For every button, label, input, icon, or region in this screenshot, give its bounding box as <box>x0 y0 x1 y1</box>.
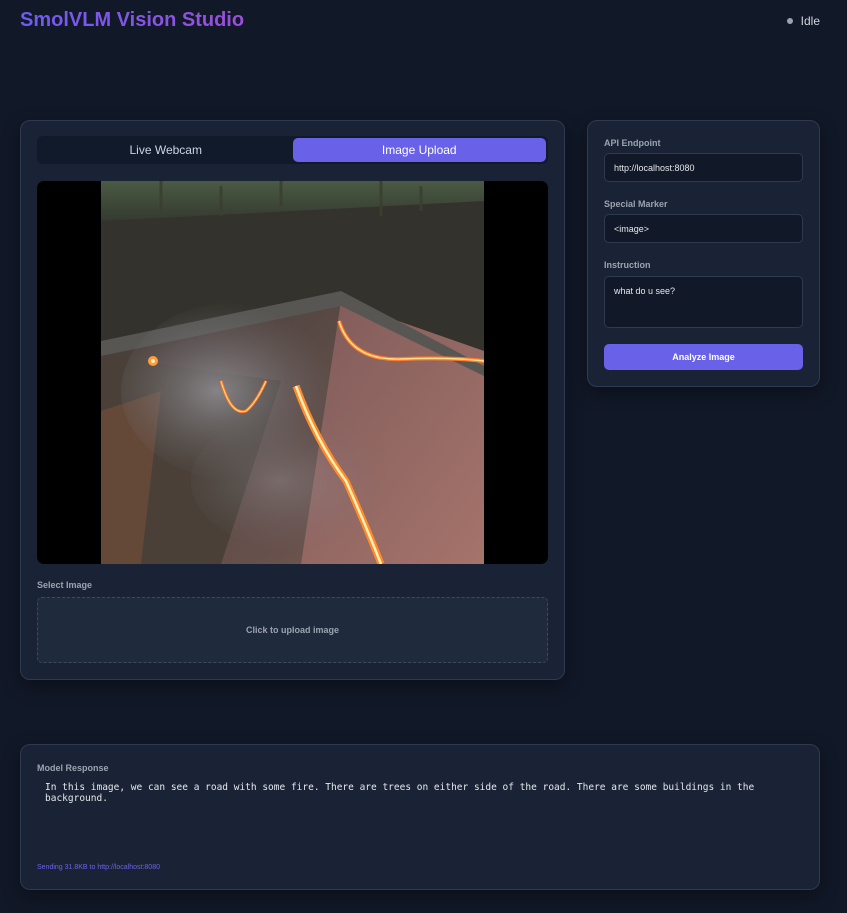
special-marker-label: Special Marker <box>604 199 668 209</box>
fire-scene-image <box>101 181 484 564</box>
api-endpoint-input[interactable] <box>604 153 803 182</box>
source-tabs: Live Webcam Image Upload <box>37 136 548 164</box>
uploaded-image <box>101 181 484 564</box>
api-endpoint-label: API Endpoint <box>604 138 661 148</box>
upload-dropzone[interactable]: Click to upload image <box>37 597 548 663</box>
status-indicator: Idle <box>786 14 820 28</box>
settings-panel: API Endpoint Special Marker Instruction … <box>587 120 820 387</box>
request-status-text: Sending 31.8KB to http://localhost:8080 <box>37 864 160 871</box>
instruction-textarea[interactable]: what do u see? <box>604 276 803 328</box>
tab-live-webcam[interactable]: Live Webcam <box>39 138 293 162</box>
dropzone-text: Click to upload image <box>245 625 339 635</box>
image-preview <box>37 181 548 564</box>
app-title: SmolVLM Vision Studio <box>20 9 245 31</box>
tab-image-upload[interactable]: Image Upload <box>292 138 546 162</box>
model-response-label: Model Response <box>37 763 109 773</box>
response-panel: Model Response In this image, we can see… <box>20 744 820 890</box>
capture-panel: Live Webcam Image Upload Select Image Cl… <box>20 120 565 680</box>
model-response-text: In this image, we can see a road with so… <box>45 782 755 804</box>
special-marker-input[interactable] <box>604 214 803 243</box>
select-image-label: Select Image <box>37 580 93 590</box>
instruction-label: Instruction <box>604 260 651 270</box>
analyze-image-button[interactable]: Analyze Image <box>604 344 803 370</box>
status-text: Idle <box>800 14 820 28</box>
status-dot-icon <box>786 18 793 24</box>
